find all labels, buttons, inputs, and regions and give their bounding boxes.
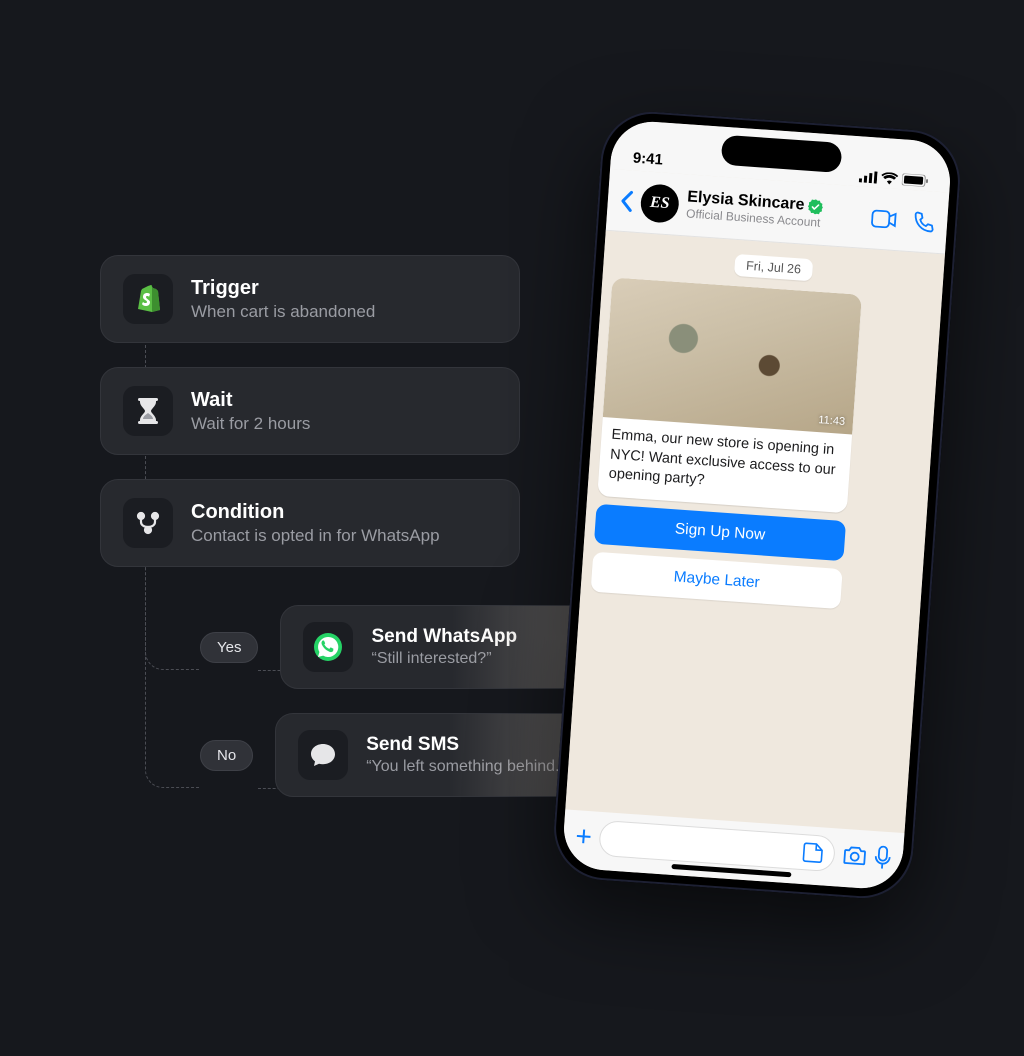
- node-title: Wait: [191, 389, 310, 412]
- verified-badge-icon: [808, 199, 824, 215]
- status-time: 9:41: [632, 150, 663, 169]
- wifi-icon: [881, 172, 899, 185]
- node-title: Condition: [191, 501, 440, 524]
- whatsapp-icon: [303, 622, 353, 672]
- branch-icon: [123, 498, 173, 548]
- message-time: 11:43: [818, 414, 845, 428]
- node-sub: Wait for 2 hours: [191, 414, 310, 434]
- node-title: Trigger: [191, 277, 375, 300]
- hourglass-icon: [123, 386, 173, 436]
- message-input[interactable]: [599, 820, 837, 872]
- sticker-icon[interactable]: [801, 841, 824, 864]
- node-title: Send WhatsApp: [371, 626, 517, 648]
- flow-node-trigger[interactable]: Trigger When cart is abandoned: [100, 255, 520, 343]
- sms-icon: [298, 730, 348, 780]
- flow-node-condition[interactable]: Condition Contact is opted in for WhatsA…: [100, 479, 520, 567]
- voice-call-icon[interactable]: [912, 210, 935, 233]
- branch-label-yes: Yes: [200, 632, 258, 663]
- chat-area[interactable]: Fri, Jul 26 11:43 Emma, our new store is…: [565, 231, 945, 833]
- back-icon[interactable]: [619, 189, 634, 212]
- video-call-icon[interactable]: [871, 209, 898, 229]
- attach-icon[interactable]: +: [574, 820, 593, 853]
- battery-icon: [902, 173, 929, 187]
- node-sub: “You left something behind.”: [366, 758, 565, 776]
- node-sub: When cart is abandoned: [191, 302, 375, 322]
- node-sub: Contact is opted in for WhatsApp: [191, 526, 440, 546]
- mic-icon[interactable]: [874, 845, 892, 870]
- message-bubble: 11:43 Emma, our new store is opening in …: [597, 277, 862, 513]
- node-sub: “Still interested?”: [371, 650, 517, 668]
- message-image[interactable]: 11:43: [603, 277, 862, 434]
- flow-node-wait[interactable]: Wait Wait for 2 hours: [100, 367, 520, 455]
- cellular-icon: [859, 170, 878, 183]
- cta-secondary-button[interactable]: Maybe Later: [591, 551, 843, 608]
- date-divider: Fri, Jul 26: [733, 254, 813, 281]
- camera-icon[interactable]: [842, 845, 867, 867]
- node-title: Send SMS: [366, 734, 565, 756]
- avatar[interactable]: ES: [640, 183, 681, 224]
- cta-primary-button[interactable]: Sign Up Now: [594, 504, 846, 561]
- shopify-icon: [123, 274, 173, 324]
- branch-label-no: No: [200, 740, 253, 771]
- phone-mockup: 9:41 ES Elysia Skincare Official Busines…: [551, 108, 964, 901]
